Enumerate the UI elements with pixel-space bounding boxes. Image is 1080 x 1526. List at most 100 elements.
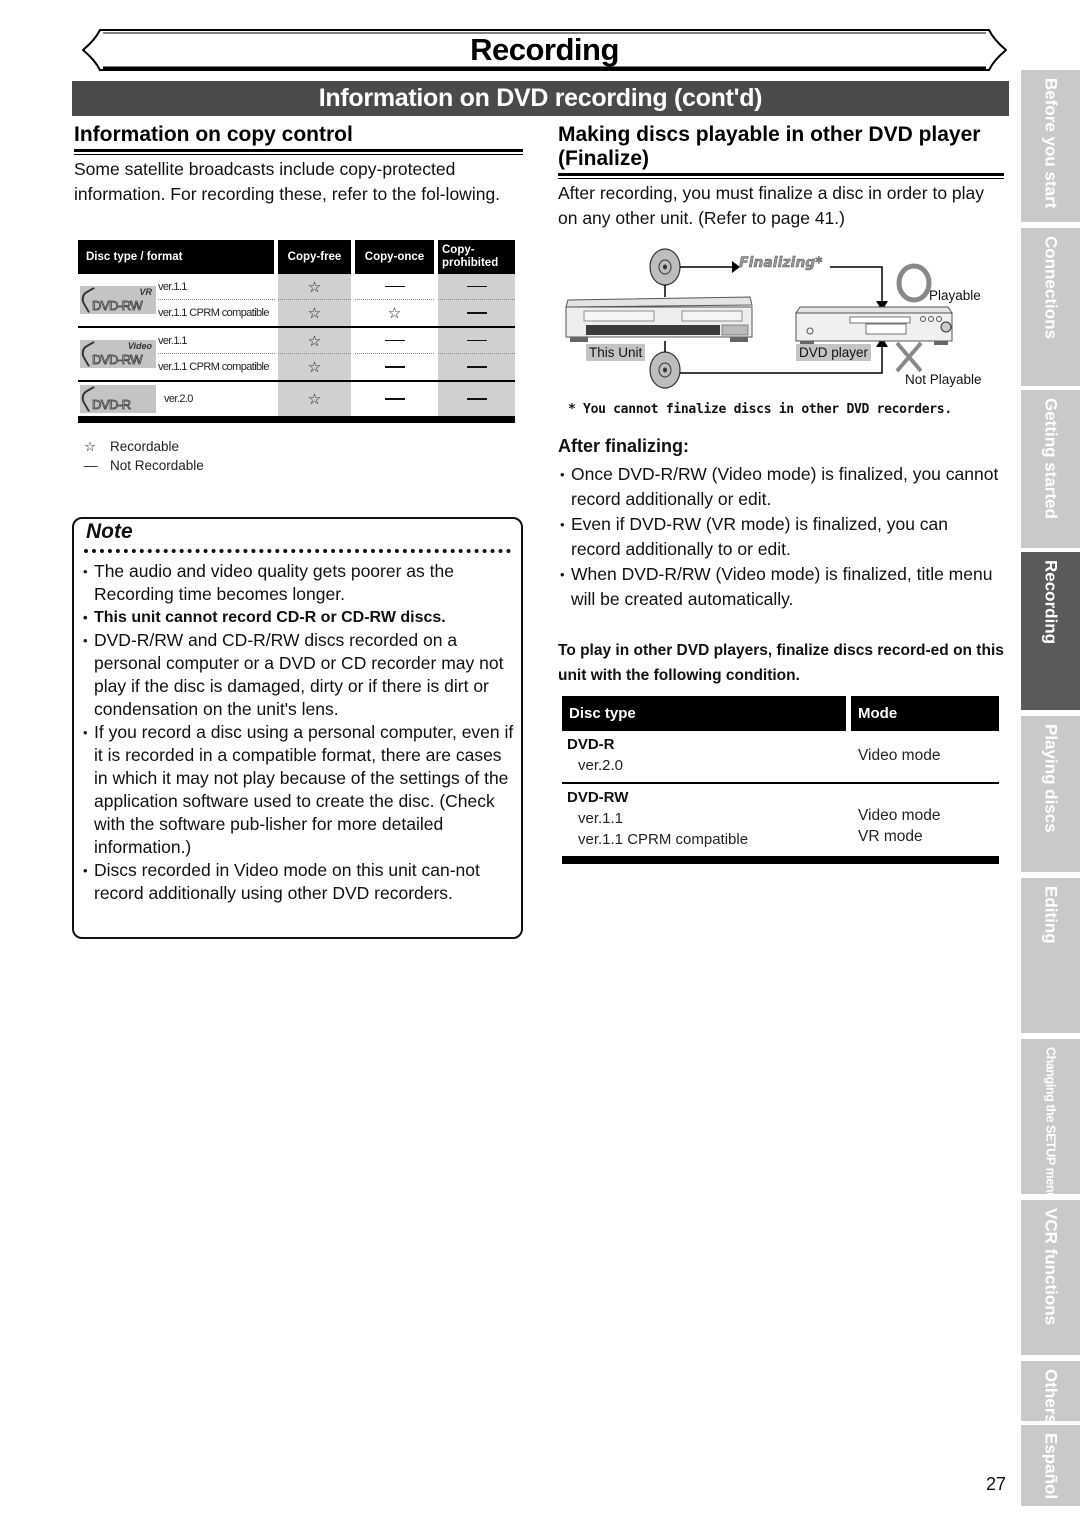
copy-once-cell	[355, 382, 434, 416]
playable-label: Playable	[929, 288, 981, 303]
chapter-tab-espa-ol[interactable]: Español	[1021, 1425, 1080, 1506]
header-copy-prohibited: Copy-prohibited	[438, 240, 515, 274]
chapter-tab-before-you-start[interactable]: Before you start	[1021, 70, 1080, 222]
disc-type-cell: DVD-RW ver.1.1 ver.1.1 CPRM compatible	[562, 788, 851, 850]
symbol-legend: ☆ Recordable — Not Recordable	[84, 437, 204, 475]
chapter-tab-changing-the-setup-menu[interactable]: Changing the SETUP menu	[1021, 1039, 1080, 1199]
disc-logo-format: VR	[139, 287, 152, 297]
chapter-tab-label: Before you start	[1041, 78, 1061, 209]
disc-version: ver.1.1	[578, 810, 624, 827]
chapter-tab-vcr-functions[interactable]: VCR functions	[1021, 1200, 1080, 1355]
dvd-player-label: DVD player	[796, 344, 872, 361]
disc-logo-cell: Video DVD-RW	[78, 328, 158, 380]
mode-cell: Video mode	[851, 735, 999, 776]
table-row: ver.1.1 ☆	[158, 274, 515, 300]
version-cell: ver.1.1	[158, 328, 275, 354]
after-finalizing-item: Once DVD-R/RW (Video mode) is finalized,…	[560, 462, 1000, 512]
header-copy-free: Copy-free	[278, 240, 351, 274]
page-number: 27	[986, 1474, 1007, 1494]
dash-icon	[466, 398, 487, 400]
chapter-tab-label: Editing	[1041, 886, 1061, 944]
version-cell: ver.1.1 CPRM compatible	[158, 307, 270, 319]
disc-logo-type: DVD-R	[92, 397, 132, 413]
disc-logo-dvd-rw-icon: VR DVD-RW	[78, 286, 156, 314]
table-rows: ver.1.1 ☆ ver.1.1 CPRM compatible ☆	[158, 328, 515, 380]
note-divider	[84, 549, 511, 553]
note-title: Note	[86, 520, 133, 543]
copy-once-cell	[355, 274, 434, 300]
dash-icon	[466, 339, 487, 342]
dash-icon	[466, 312, 487, 314]
this-unit-label: This Unit	[586, 344, 646, 361]
dash-icon	[384, 398, 405, 400]
copy-prohibited-cell	[438, 274, 515, 300]
dvd-player-icon	[795, 306, 953, 345]
version-cell: ver.2.0	[164, 393, 193, 405]
table-row-group: Video DVD-RW ver.1.1 ☆ ver.1.1 CPRM compatib…	[78, 328, 515, 382]
copy-once-cell	[355, 328, 434, 354]
copy-free-cell: ☆	[278, 354, 351, 380]
finalize-intro: After recording, you must finalize a dis…	[558, 183, 985, 228]
chapter-tab-label: VCR functions	[1041, 1208, 1061, 1326]
chapter-tab-playing-discs[interactable]: Playing discs	[1021, 716, 1080, 872]
finalize-heading: Making discs playable in other DVD playe…	[558, 123, 1004, 179]
note-item: If you record a disc using a personal co…	[83, 721, 519, 859]
copy-prohibited-cell	[438, 382, 515, 416]
chapter-tab-label: Others	[1041, 1369, 1061, 1424]
disc-logo-cell: DVD-R	[78, 382, 158, 416]
disc-logo-type: DVD-RW	[92, 298, 144, 314]
chapter-tab-others[interactable]: Others	[1021, 1361, 1080, 1424]
disc-logo-format: Video	[127, 341, 152, 351]
after-finalizing-item: When DVD-R/RW (Video mode) is finalized,…	[560, 562, 1000, 612]
after-finalizing-heading: After finalizing:	[558, 436, 689, 456]
table-row: ver.1.1 CPRM compatible ☆	[158, 354, 515, 380]
after-finalizing-item: Even if DVD-RW (VR mode) is finalized, y…	[560, 512, 1000, 562]
header-disc-type: Disc type	[562, 696, 846, 731]
disc-logo-type: DVD-RW	[92, 352, 144, 368]
finalize-diagram: Finalizing* This Unit DVD player Playabl…	[560, 245, 1000, 395]
finalize-condition-text: To play in other DVD players, finalize d…	[558, 642, 1004, 684]
copy-prohibited-cell	[438, 328, 515, 354]
table-row-group: DVD-R ver.2.0 ☆	[78, 382, 515, 423]
chapter-tab-getting-started[interactable]: Getting started	[1021, 390, 1080, 548]
table-rows: ver.1.1 ☆ ver.1.1 CPRM compatible ☆ ☆	[158, 274, 515, 326]
chapter-tab-label: Getting started	[1041, 398, 1061, 519]
disc-logo-dvd-r-icon: DVD-R	[78, 385, 156, 413]
dash-icon	[384, 366, 405, 368]
copy-control-intro: Some satellite broadcasts include copy-p…	[74, 159, 501, 204]
star-icon: ☆	[307, 358, 322, 376]
disc-version: ver.2.0	[578, 757, 624, 774]
disc-type-name: DVD-RW	[567, 789, 629, 806]
chapter-tabs: Before you start Connections Getting start…	[1021, 70, 1080, 1506]
finalize-footnote: * You cannot finalize discs in other DVD…	[568, 402, 952, 417]
note-item: This unit cannot record CD-R or CD-RW di…	[83, 606, 519, 629]
version-cell: ver.1.1	[158, 274, 275, 300]
chapter-tab-editing[interactable]: Editing	[1021, 878, 1080, 1033]
table-row-group: VR DVD-RW ver.1.1 ☆ ver.1.1 CPRM compatible ☆…	[78, 274, 515, 328]
star-icon: ☆	[307, 277, 322, 296]
disc-icon	[649, 351, 681, 389]
chapter-tab-recording[interactable]: Recording	[1021, 552, 1080, 710]
copy-prohibited-cell	[438, 300, 515, 326]
note-list: The audio and video quality gets poorer …	[83, 560, 519, 905]
after-finalizing-list: Once DVD-R/RW (Video mode) is finalized,…	[560, 462, 1000, 612]
note-item: DVD-R/RW and CD-R/RW discs recorded on a…	[83, 629, 519, 721]
disc-type-cell: DVD-R ver.2.0	[562, 735, 851, 776]
version-cell: ver.1.1 CPRM compatible	[158, 361, 270, 373]
table-rows: ver.2.0 ☆	[158, 382, 515, 416]
dash-icon	[384, 285, 405, 288]
chapter-tab-connections[interactable]: Connections	[1021, 228, 1080, 386]
table-row: ver.1.1 CPRM compatible ☆ ☆	[158, 300, 515, 326]
dash-icon	[466, 366, 487, 368]
chapter-tab-label: Changing the SETUP menu	[1043, 1047, 1058, 1200]
header-mode: Mode	[851, 696, 999, 731]
finalizing-label: Finalizing*	[739, 255, 823, 272]
chapter-tab-label: Connections	[1041, 236, 1061, 339]
copy-free-cell: ☆	[278, 274, 351, 300]
disc-logo-cell: VR DVD-RW	[78, 274, 158, 326]
playable-circle-icon	[896, 263, 932, 303]
mode-cell: Video mode VR mode	[851, 788, 999, 850]
chapter-tab-label: Español	[1041, 1433, 1061, 1500]
copy-control-table: Disc type / format Copy-free Copy-once C…	[78, 240, 515, 423]
copy-once-cell: ☆	[355, 300, 434, 326]
